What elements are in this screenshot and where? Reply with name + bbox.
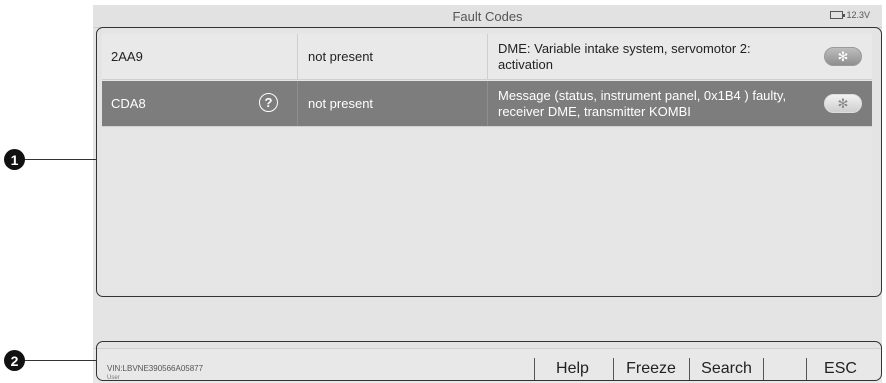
callout-leader-line bbox=[20, 159, 97, 161]
callout-frame-toolbar bbox=[96, 341, 882, 381]
battery-voltage: 12.3V bbox=[846, 10, 870, 20]
callout-frame-list bbox=[96, 27, 882, 297]
callout-badge-2: 2 bbox=[4, 350, 25, 371]
callout-leader-line bbox=[20, 360, 97, 362]
battery-status: 12.3V bbox=[830, 10, 870, 20]
title-bar: Fault Codes 12.3V bbox=[93, 5, 882, 28]
callout-badge-1: 1 bbox=[4, 149, 25, 170]
page-title: Fault Codes bbox=[452, 9, 523, 24]
battery-icon bbox=[830, 11, 846, 19]
